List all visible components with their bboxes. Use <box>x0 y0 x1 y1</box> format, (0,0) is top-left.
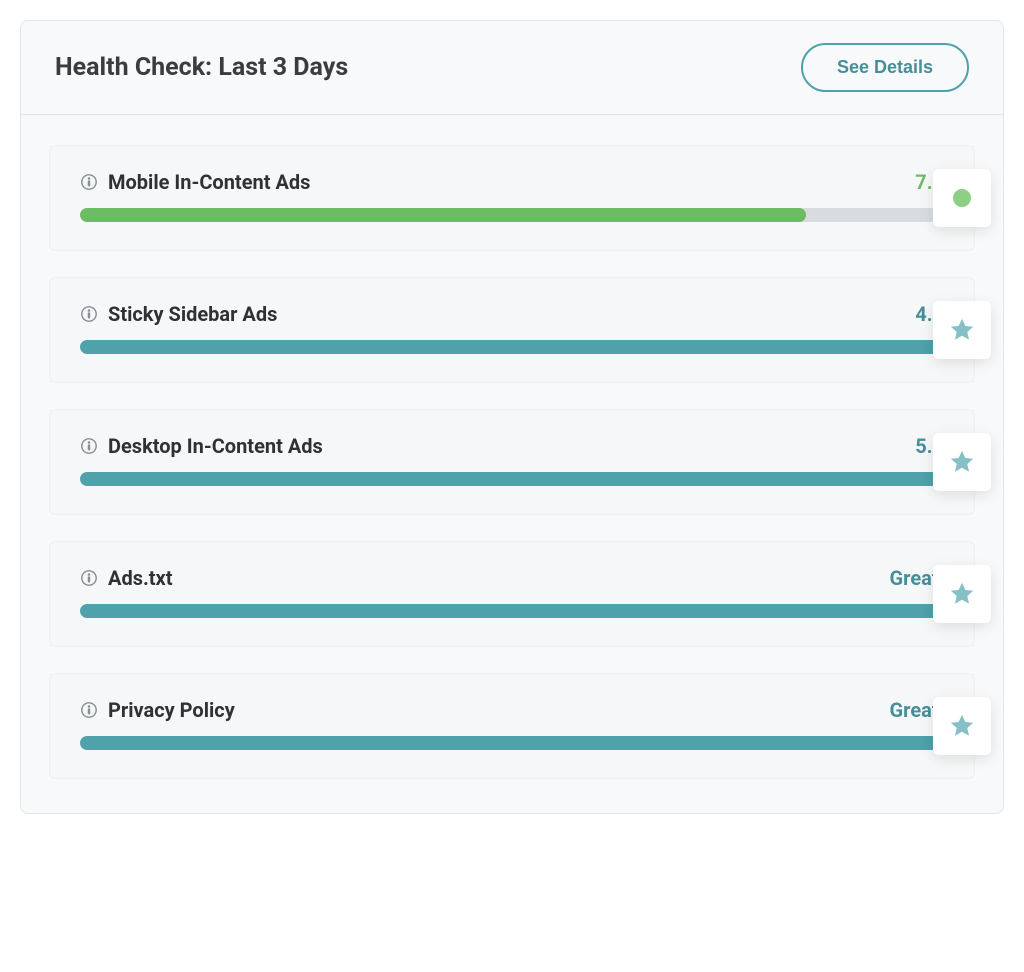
star-icon <box>948 448 976 476</box>
health-row-card: Privacy PolicyGreat! <box>49 673 975 779</box>
status-badge[interactable] <box>933 169 991 227</box>
health-row[interactable]: Desktop In-Content Ads5.5 <box>49 409 975 515</box>
progress-bar <box>80 604 944 618</box>
progress-bar-fill <box>80 340 944 354</box>
health-row[interactable]: Ads.txtGreat! <box>49 541 975 647</box>
row-left: Ads.txt <box>80 566 172 590</box>
row-top: Sticky Sidebar Ads4.9 <box>80 302 944 326</box>
info-icon <box>80 569 98 587</box>
progress-bar-fill <box>80 604 944 618</box>
status-badge[interactable] <box>933 697 991 755</box>
star-icon <box>948 580 976 608</box>
health-row-card: Sticky Sidebar Ads4.9 <box>49 277 975 383</box>
progress-bar <box>80 208 944 222</box>
progress-bar <box>80 736 944 750</box>
health-row[interactable]: Privacy PolicyGreat! <box>49 673 975 779</box>
progress-bar <box>80 340 944 354</box>
info-icon <box>80 305 98 323</box>
row-label: Mobile In-Content Ads <box>108 170 310 194</box>
see-details-button[interactable]: See Details <box>801 43 969 92</box>
row-label: Sticky Sidebar Ads <box>108 302 277 326</box>
row-top: Privacy PolicyGreat! <box>80 698 944 722</box>
progress-bar-fill <box>80 472 944 486</box>
panel-body: Mobile In-Content Ads7.1 Sticky Sidebar … <box>21 115 1003 813</box>
status-badge[interactable] <box>933 565 991 623</box>
panel-title: Health Check: Last 3 Days <box>55 53 348 82</box>
health-row-card: Ads.txtGreat! <box>49 541 975 647</box>
row-label: Ads.txt <box>108 566 172 590</box>
health-row[interactable]: Mobile In-Content Ads7.1 <box>49 145 975 251</box>
info-icon <box>80 701 98 719</box>
row-top: Ads.txtGreat! <box>80 566 944 590</box>
panel-header: Health Check: Last 3 Days See Details <box>21 21 1003 115</box>
health-row-card: Desktop In-Content Ads5.5 <box>49 409 975 515</box>
progress-bar <box>80 472 944 486</box>
info-icon <box>80 437 98 455</box>
row-left: Sticky Sidebar Ads <box>80 302 277 326</box>
status-badge[interactable] <box>933 433 991 491</box>
progress-bar-fill <box>80 208 806 222</box>
info-icon <box>80 173 98 191</box>
row-left: Desktop In-Content Ads <box>80 434 323 458</box>
star-icon <box>948 712 976 740</box>
status-dot-icon <box>953 189 971 207</box>
health-check-panel: Health Check: Last 3 Days See Details Mo… <box>20 20 1004 814</box>
row-left: Privacy Policy <box>80 698 235 722</box>
status-badge[interactable] <box>933 301 991 359</box>
star-icon <box>948 316 976 344</box>
row-label: Desktop In-Content Ads <box>108 434 323 458</box>
progress-bar-fill <box>80 736 944 750</box>
health-row-card: Mobile In-Content Ads7.1 <box>49 145 975 251</box>
row-left: Mobile In-Content Ads <box>80 170 310 194</box>
row-top: Desktop In-Content Ads5.5 <box>80 434 944 458</box>
row-label: Privacy Policy <box>108 698 235 722</box>
row-top: Mobile In-Content Ads7.1 <box>80 170 944 194</box>
health-row[interactable]: Sticky Sidebar Ads4.9 <box>49 277 975 383</box>
